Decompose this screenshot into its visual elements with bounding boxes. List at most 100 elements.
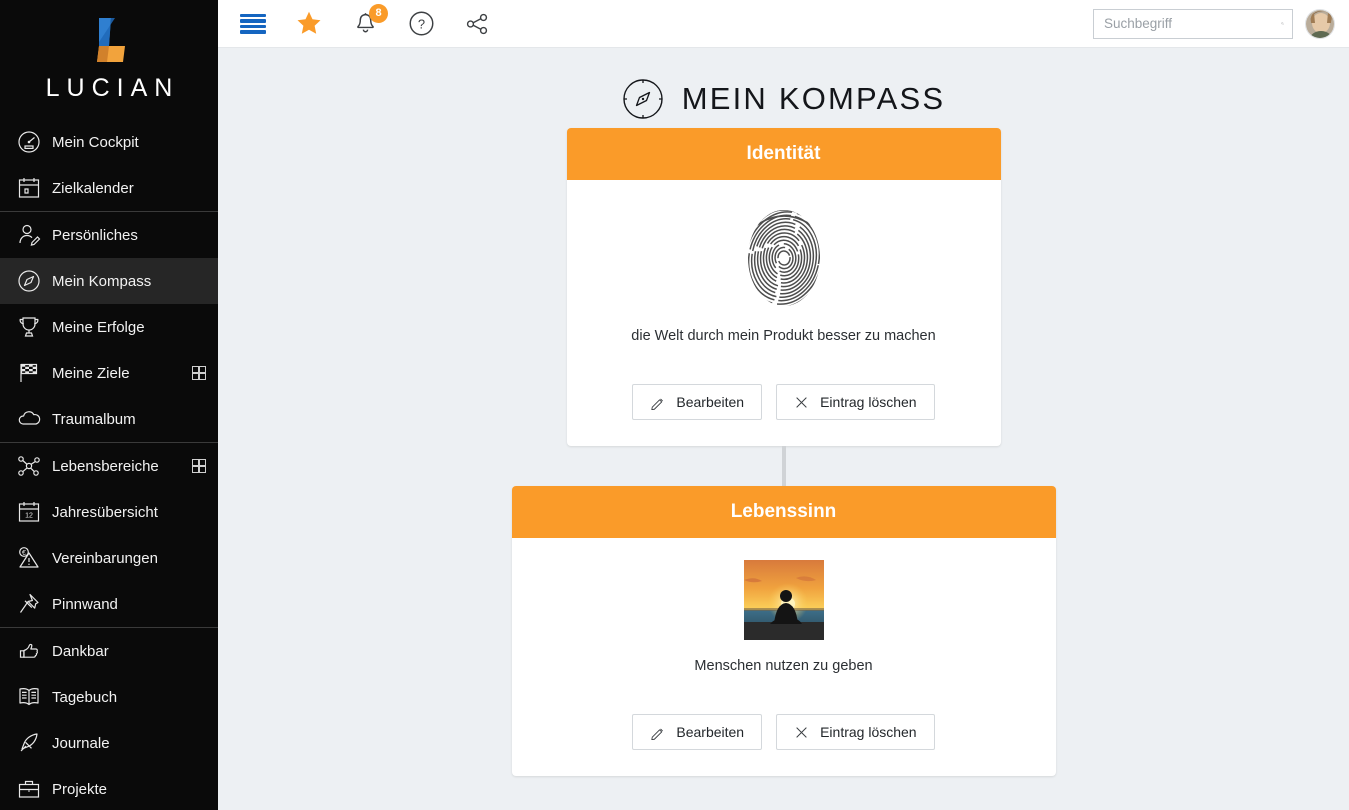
- button-label: Bearbeiten: [676, 724, 745, 740]
- help-button[interactable]: ?: [404, 7, 438, 41]
- sidebar-item-pinnwand[interactable]: Pinnwand: [0, 581, 218, 627]
- sidebar-item-label: Persönliches: [52, 226, 138, 244]
- person-edit-icon: [14, 220, 44, 250]
- sidebar-item-tagebuch[interactable]: Tagebuch: [0, 674, 218, 720]
- close-x-icon: [794, 725, 809, 740]
- brand-name: LUCIAN: [45, 74, 180, 102]
- sidebar-item-zielkalender[interactable]: Zielkalender: [0, 165, 218, 211]
- notifications-button[interactable]: 8: [348, 3, 388, 41]
- sidebar-nav: Mein Cockpit Zielkalender Persönliches Mein…: [0, 119, 218, 810]
- sidebar-item-vereinbarungen[interactable]: € Vereinbarungen: [0, 535, 218, 581]
- svg-text:?: ?: [417, 17, 424, 32]
- favorites-button[interactable]: [292, 7, 326, 41]
- sidebar-item-label: Lebensbereiche: [52, 457, 159, 475]
- compass-card: Identität die Welt durch mein Produkt be…: [566, 128, 1001, 446]
- sidebar-item-label: Projekte: [52, 780, 108, 798]
- sidebar-item-label: Mein Kompass: [52, 272, 152, 290]
- app-root: LUCIAN Mein Cockpit Zielkalender Persönlic…: [0, 0, 1349, 810]
- compass-cards: Identität die Welt durch mein Produkt be…: [218, 128, 1349, 776]
- sidebar-item-journale[interactable]: Journale: [0, 720, 218, 766]
- card-actions: Bearbeiten Eintrag löschen: [632, 714, 935, 750]
- compass-card: Lebenssinn Menschen nutzen zu geben Bearb…: [511, 486, 1056, 776]
- card-connector-line: [781, 446, 786, 486]
- pencil-icon: [651, 398, 664, 410]
- close-x-icon: [796, 396, 807, 408]
- edit-button[interactable]: Bearbeiten: [632, 714, 763, 750]
- sidebar-item-meine-ziele[interactable]: Meine Ziele: [0, 350, 218, 396]
- search-icon[interactable]: [1281, 15, 1284, 32]
- sidebar-item-dankbar[interactable]: Dankbar: [0, 628, 218, 674]
- question-circle-icon: ?: [409, 11, 433, 36]
- sidebar-item-label: Pinnwand: [52, 595, 118, 613]
- sidebar-item-label: Tagebuch: [52, 688, 118, 706]
- sidebar: LUCIAN Mein Cockpit Zielkalender Persönlic…: [0, 0, 218, 810]
- pencil-icon: [650, 725, 665, 740]
- card-actions: Bearbeiten Eintrag löschen: [632, 384, 935, 420]
- page-header: MEIN KOMPASS: [622, 78, 946, 120]
- lucian-logo-icon: [85, 16, 133, 66]
- page-title: MEIN KOMPASS: [681, 81, 946, 116]
- share-icon: [466, 13, 488, 34]
- button-label: Bearbeiten: [676, 394, 745, 410]
- briefcase-icon: [14, 774, 44, 804]
- quill-icon: [14, 728, 44, 758]
- sidebar-item-persönliches[interactable]: Persönliches: [0, 212, 218, 258]
- thumbs-up-icon: [14, 636, 44, 666]
- sidebar-item-label: Vereinbarungen: [52, 549, 158, 567]
- brand-logo[interactable]: LUCIAN: [0, 0, 218, 119]
- hamburger-menu-button[interactable]: [236, 7, 270, 41]
- sidebar-item-label: Journale: [52, 734, 110, 752]
- hamburger-icon: [240, 13, 266, 34]
- delete-entry-button[interactable]: Eintrag löschen: [776, 714, 935, 750]
- search-input[interactable]: [1104, 16, 1281, 31]
- sidebar-item-mein-kompass[interactable]: Mein Kompass: [0, 258, 218, 304]
- checkered-flag-icon: [14, 358, 44, 388]
- sidebar-item-label: Meine Erfolge: [52, 318, 145, 336]
- sidebar-item-label: Jahresübersicht: [52, 503, 158, 521]
- content-area: MEIN KOMPASS Identität die Welt durch me…: [218, 48, 1349, 810]
- sunset-meditation-image: [743, 560, 824, 640]
- edit-button[interactable]: Bearbeiten: [632, 384, 763, 420]
- sidebar-item-meine-erfolge[interactable]: Meine Erfolge: [0, 304, 218, 350]
- button-label: Eintrag löschen: [820, 394, 917, 410]
- gauge-icon: [14, 127, 44, 157]
- user-avatar[interactable]: [1305, 8, 1335, 39]
- network-icon: [14, 451, 44, 481]
- compass-icon: [14, 266, 44, 296]
- pencil-icon: [651, 728, 664, 740]
- compass-icon: [623, 79, 663, 119]
- open-book-icon: [14, 682, 44, 712]
- card-body: Menschen nutzen zu geben Bearbeiten Eintra…: [512, 538, 1056, 776]
- main-area: 8 ? Suchbegriff MEIN KOMPASS Identität d…: [218, 0, 1349, 810]
- sidebar-item-mein-cockpit[interactable]: Mein Cockpit: [0, 119, 218, 165]
- expand-plus-icon[interactable]: [192, 459, 206, 473]
- sidebar-item-projekte[interactable]: Projekte: [0, 766, 218, 810]
- calendar-icon: [14, 173, 44, 203]
- search-box[interactable]: [1093, 8, 1293, 39]
- notification-badge: 8: [369, 3, 388, 23]
- share-button[interactable]: [460, 7, 494, 41]
- button-label: Eintrag löschen: [820, 724, 917, 740]
- sidebar-item-jahresübersicht[interactable]: 12 Jahresübersicht: [0, 489, 218, 535]
- topbar-right: [1093, 8, 1335, 39]
- trophy-icon: [14, 312, 44, 342]
- pencil-icon: [650, 395, 665, 410]
- pushpin-icon: [14, 589, 44, 619]
- sidebar-item-traumalbum[interactable]: Traumalbum: [0, 396, 218, 442]
- sidebar-item-label: Mein Cockpit: [52, 133, 139, 151]
- sidebar-item-label: Zielkalender: [52, 179, 134, 197]
- expand-plus-icon[interactable]: [192, 366, 206, 380]
- euro-warning-icon: €: [14, 543, 44, 573]
- cloud-icon: [14, 404, 44, 434]
- svg-text:12: 12: [25, 513, 33, 520]
- close-x-icon: [796, 726, 807, 738]
- card-body: die Welt durch mein Produkt besser zu ma…: [567, 180, 1001, 446]
- topbar-icons: 8 ?: [236, 3, 494, 41]
- delete-entry-button[interactable]: Eintrag löschen: [776, 384, 935, 420]
- card-text: die Welt durch mein Produkt besser zu ma…: [631, 328, 936, 344]
- sidebar-item-lebensbereiche[interactable]: Lebensbereiche: [0, 443, 218, 489]
- card-title: Identität: [566, 128, 1001, 180]
- topbar: 8 ?: [218, 0, 1349, 48]
- star-icon: [297, 11, 321, 34]
- sidebar-item-label: Dankbar: [52, 642, 109, 660]
